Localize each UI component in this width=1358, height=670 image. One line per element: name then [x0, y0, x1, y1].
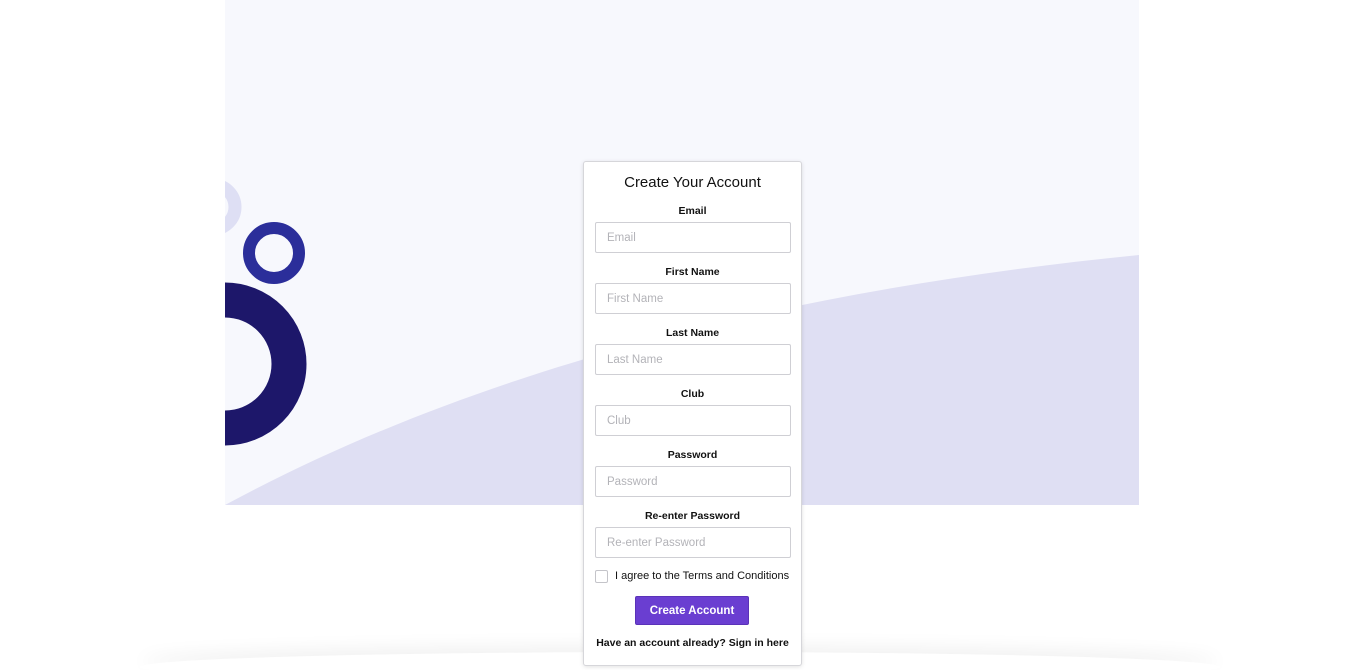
email-input[interactable] — [595, 222, 791, 253]
signup-card: Create Your Account Email First Name Las… — [583, 161, 802, 666]
signup-page: Create Your Account Email First Name Las… — [0, 0, 1358, 670]
terms-label: I agree to the Terms and Conditions — [615, 570, 790, 582]
club-input[interactable] — [595, 405, 791, 436]
email-label: Email — [678, 205, 707, 217]
password-input[interactable] — [595, 466, 791, 497]
large-dark-ring-shape — [225, 282, 307, 446]
last-name-label: Last Name — [665, 327, 720, 339]
signin-prompt-row: Have an account already? Sign in here — [584, 637, 801, 649]
signin-prompt-text: Have an account already? — [596, 637, 726, 649]
last-name-input[interactable] — [595, 344, 791, 375]
terms-checkbox[interactable] — [595, 569, 608, 583]
signin-link[interactable]: Sign in here — [729, 637, 789, 649]
form-title: Create Your Account — [624, 174, 761, 191]
light-ring-shape — [225, 181, 242, 233]
club-label: Club — [680, 388, 705, 400]
reenter-password-label: Re-enter Password — [644, 510, 741, 522]
first-name-input[interactable] — [595, 283, 791, 314]
create-account-button[interactable]: Create Account — [635, 596, 749, 625]
password-label: Password — [667, 449, 718, 461]
terms-row[interactable]: I agree to the Terms and Conditions — [595, 568, 789, 584]
first-name-label: First Name — [665, 266, 720, 278]
reenter-password-input[interactable] — [595, 527, 791, 558]
medium-ring-shape — [243, 222, 305, 284]
